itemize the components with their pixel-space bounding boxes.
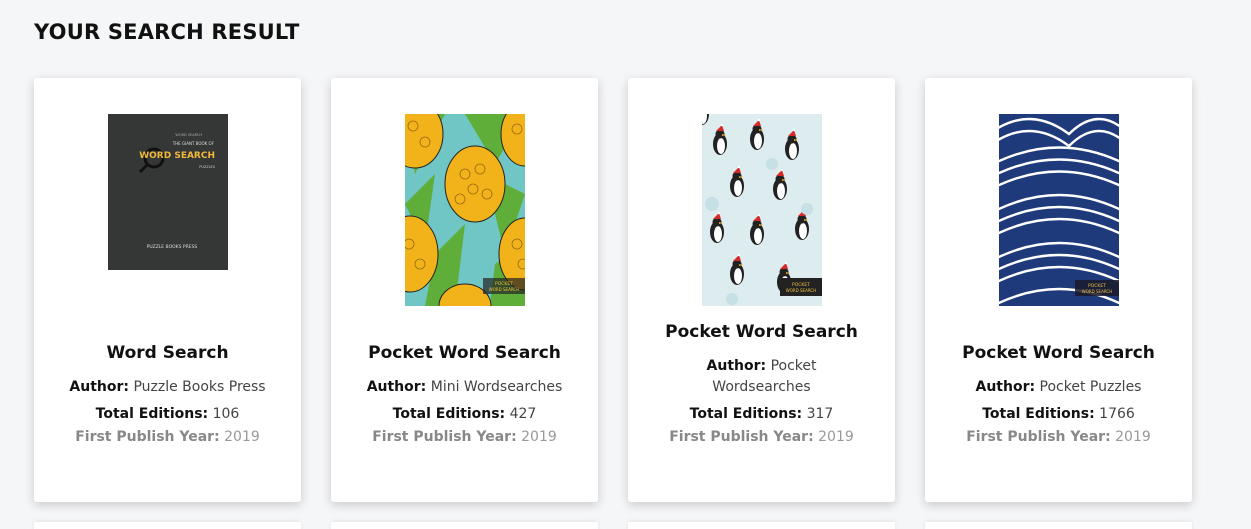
svg-text:WORD SEARCH: WORD SEARCH xyxy=(175,133,202,137)
book-editions: Total Editions: 427 xyxy=(392,406,537,422)
book-editions: Total Editions: 1766 xyxy=(982,406,1135,422)
cover-tag-bottom: WORD SEARCH xyxy=(1081,289,1111,294)
book-editions: Total Editions: 106 xyxy=(95,406,240,422)
result-card[interactable]: WORD SEARCH THE GIANT BOOK OF WORD SEARC… xyxy=(34,78,301,502)
book-publish-year: First Publish Year: 2019 xyxy=(75,429,260,445)
page-title: YOUR SEARCH RESULT xyxy=(34,20,300,44)
book-publish-year: First Publish Year: 2019 xyxy=(966,429,1151,445)
cover-sub: PUZZLES xyxy=(199,165,216,169)
book-publish-year: First Publish Year: 2019 xyxy=(669,429,854,445)
book-cover-image[interactable]: POCKET WORD SEARCH xyxy=(701,114,822,306)
book-cover-image[interactable]: WORD SEARCH THE GIANT BOOK OF WORD SEARC… xyxy=(107,114,228,270)
book-author: Author: Puzzle Books Press xyxy=(69,379,266,395)
result-card[interactable]: POCKET WORD SEARCH Pocket Word Search Au… xyxy=(925,78,1192,502)
book-cover-image[interactable]: POCKET WORD SEARCH xyxy=(998,114,1119,306)
cover-tag-bottom: WORD SEARCH xyxy=(785,288,815,293)
result-card[interactable]: POCKET WORD SEARCH Pocket Word Search Au… xyxy=(331,78,598,502)
cover-small-title: THE GIANT BOOK OF xyxy=(171,141,214,146)
book-author: Author: Pocket Puzzles xyxy=(975,379,1142,395)
book-title[interactable]: Pocket Word Search xyxy=(665,322,858,342)
result-card[interactable]: POCKET WORD SEARCH Pocket Word Search Au… xyxy=(628,78,895,502)
results-grid: WORD SEARCH THE GIANT BOOK OF WORD SEARC… xyxy=(34,78,1192,502)
book-author: Author: Pocket Wordsearches xyxy=(706,358,817,395)
cover-big-title: WORD SEARCH xyxy=(139,151,215,161)
book-editions: Total Editions: 317 xyxy=(689,406,834,422)
book-cover-image[interactable]: POCKET WORD SEARCH xyxy=(404,114,525,306)
next-row-cards-edge xyxy=(34,522,1192,529)
book-publish-year: First Publish Year: 2019 xyxy=(372,429,557,445)
book-author: Author: Mini Wordsearches xyxy=(366,379,563,395)
cover-tag-bottom: WORD SEARCH xyxy=(488,287,518,292)
cover-publisher: PUZZLE BOOKS PRESS xyxy=(146,244,197,250)
book-title[interactable]: Pocket Word Search xyxy=(962,343,1155,363)
book-title[interactable]: Pocket Word Search xyxy=(368,343,561,363)
book-title[interactable]: Word Search xyxy=(106,343,228,363)
